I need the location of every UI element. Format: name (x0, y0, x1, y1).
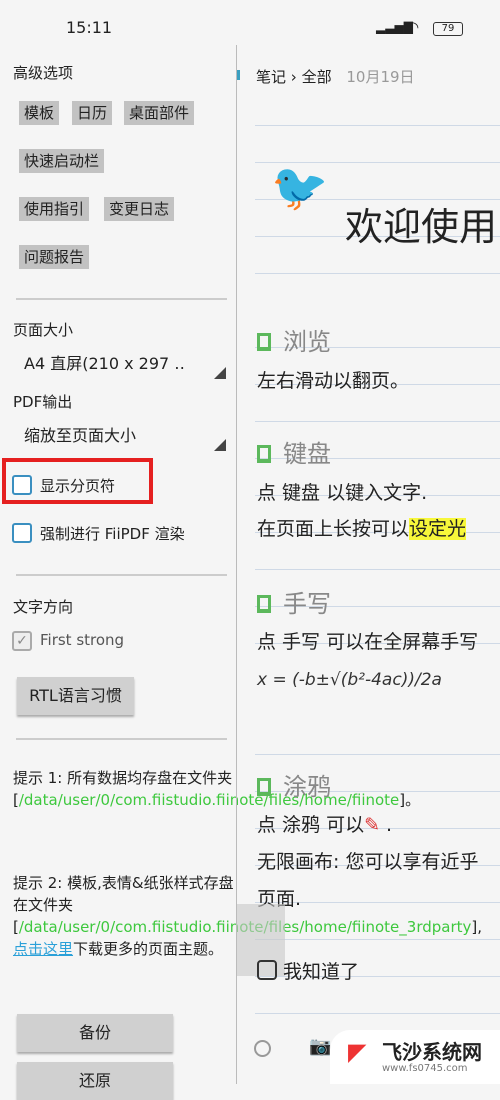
section-title: 键盘 (257, 434, 331, 469)
force-fiipdf-label: 强制进行 FiiPDF 渲染 (40, 525, 185, 543)
note-line: 点 键盘 以键入文字. (257, 482, 428, 504)
chip-changelog[interactable]: 变更日志 (104, 197, 175, 221)
highlight-box (2, 458, 153, 504)
chip-template[interactable]: 模板 (19, 101, 60, 125)
section-title: 涂鸦 (257, 767, 331, 802)
bookmark-icon (257, 445, 271, 463)
note-line: 无限画布: 您可以享有近乎 (257, 851, 479, 873)
bookmark-icon (257, 778, 271, 796)
bird-drawing-icon: 🐦 (271, 160, 329, 214)
bookmark-icon (257, 333, 271, 351)
tip-1: 提示 1: 所有数据均存盘在文件夹[/data/user/0/com.fiist… (13, 769, 421, 809)
divider (16, 574, 227, 576)
divider (16, 738, 227, 740)
camera-icon[interactable]: 📷 (309, 1036, 331, 1057)
watermark: ◤ 飞沙系统网 www.fs0745.com (330, 1030, 500, 1084)
pdf-value: 缩放至页面大小 (24, 426, 137, 445)
restore-button[interactable]: 还原 (17, 1062, 173, 1100)
pdf-select[interactable]: 缩放至页面大小 (16, 419, 226, 453)
note-line: 左右滑动以翻页。 (257, 370, 410, 392)
dropdown-icon (214, 439, 226, 451)
advanced-title: 高级选项 (13, 64, 74, 82)
dropdown-icon (214, 367, 226, 379)
pdf-label: PDF输出 (13, 393, 73, 411)
note-page[interactable]: 笔记 › 全部 10月19日 🐦 欢迎使用 浏览 左右滑动以翻页。 键盘 点 键… (237, 0, 500, 1084)
chip-report[interactable]: 问题报告 (19, 245, 90, 269)
text-direction-label: 文字方向 (13, 598, 74, 616)
circle-button[interactable] (254, 1040, 271, 1057)
page-size-label: 页面大小 (13, 321, 74, 339)
force-fiipdf-checkbox[interactable] (12, 523, 32, 543)
chip-calendar[interactable]: 日历 (72, 101, 113, 125)
note-date: 10月19日 (346, 68, 415, 86)
got-it-checkbox[interactable]: 我知道了 (257, 957, 359, 984)
note-line: 点 涂鸦 可以✎ . (257, 814, 393, 836)
chip-guide[interactable]: 使用指引 (19, 197, 90, 221)
first-strong-label: First strong (40, 631, 125, 649)
backup-button[interactable]: 备份 (17, 1014, 173, 1052)
breadcrumb: 笔记 › 全部 10月19日 (256, 68, 415, 86)
welcome-title: 欢迎使用 (345, 205, 498, 249)
settings-panel: 高级选项 模板 日历 桌面部件 快速启动栏 使用指引 变更日志 问题报告 页面大… (0, 0, 483, 1100)
page-size-value: A4 直屏(210 x 297 ‥ (24, 354, 185, 373)
first-strong-checkbox[interactable]: ✓ (12, 631, 32, 651)
chip-quickbar[interactable]: 快速启动栏 (19, 149, 105, 173)
download-themes-link[interactable]: 点击这里 (13, 940, 73, 958)
note-line: 在页面上长按可以设定光 (257, 518, 467, 540)
tip-2: 提示 2: 模板,表情&纸张样式存盘在文件夹[/data/user/0/com.… (13, 874, 483, 958)
watermark-logo-icon: ◤ (348, 1038, 367, 1066)
page-indicator (237, 70, 240, 80)
handwritten-formula: x = (-b±√(b²-4ac))/2a (257, 670, 442, 690)
doodle-pen-icon: ✎ (364, 814, 381, 836)
page-size-select[interactable]: A4 直屏(210 x 297 ‥ (16, 347, 226, 381)
section-title: 手写 (257, 584, 331, 619)
chip-widget[interactable]: 桌面部件 (124, 101, 195, 125)
rtl-button[interactable]: RTL语言习惯 (17, 677, 134, 715)
divider (16, 298, 227, 300)
section-title: 浏览 (257, 322, 331, 357)
note-line: 点 手写 可以在全屏幕手写 (257, 631, 479, 653)
bookmark-icon (257, 595, 271, 613)
